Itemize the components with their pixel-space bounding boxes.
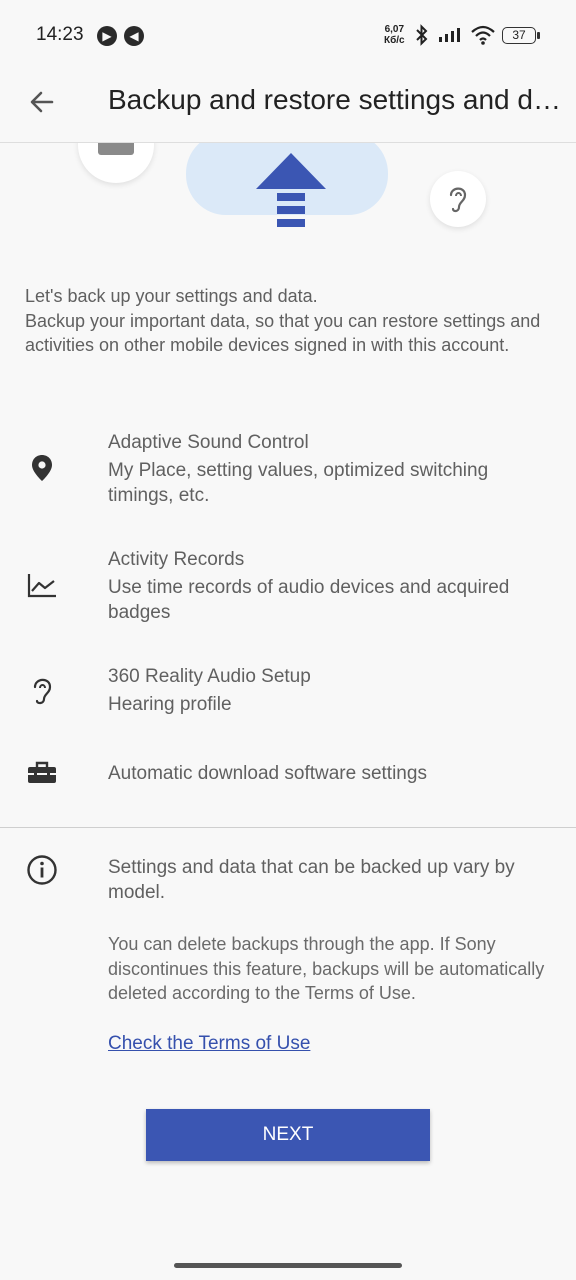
wifi-icon [471,25,495,45]
terms-of-use-link[interactable]: Check the Terms of Use [108,1033,310,1055]
chart-line-icon [27,574,56,598]
item-description: Hearing profile [108,694,232,715]
navigation-handle[interactable] [174,1263,402,1268]
location-pin-icon [32,455,52,481]
intro-text: Let's back up your settings and data. Ba… [25,284,555,358]
ear-bubble [430,171,486,227]
battery-indicator: 37 [502,27,540,44]
toolbox-icon [98,143,134,155]
status-bar: 14:23 ▶ ◀ 6,07 Кб/с 37 [0,0,576,70]
divider [0,827,576,828]
item-title: Activity Records [108,549,245,570]
item-title: Adaptive Sound Control [108,432,309,453]
status-time: 14:23 [36,24,84,45]
intro-heading: Let's back up your settings and data. [25,286,318,306]
item-title: Automatic download software settings [108,763,427,784]
item-description: Use time records of audio devices and ac… [108,577,510,623]
backup-note: Settings and data that can be backed up … [108,857,515,903]
signal-icon [439,28,460,42]
next-button[interactable]: NEXT [146,1109,430,1161]
ear-icon [449,187,467,213]
notification-app-icon: ▶ [97,26,117,46]
info-icon [27,855,57,885]
backup-illustration [0,143,576,253]
item-description: My Place, setting values, optimized swit… [108,460,489,506]
notification-app-icon-2: ◀ [124,26,144,46]
upload-arrow-icon [256,153,326,227]
intro-description: Backup your important data, so that you … [25,310,541,356]
toolbox-bubble [78,143,154,183]
item-title: 360 Reality Audio Setup [108,666,311,687]
toolbox-icon [28,761,56,783]
ear-icon [33,678,52,705]
app-bar: Backup and restore settings and data [0,70,576,143]
network-speed: 6,07 Кб/с [384,24,405,46]
bluetooth-icon [416,24,428,46]
back-arrow-icon[interactable] [26,86,58,118]
backup-deletion-note: You can delete backups through the app. … [108,934,545,1003]
page-title: Backup and restore settings and data [108,84,564,115]
